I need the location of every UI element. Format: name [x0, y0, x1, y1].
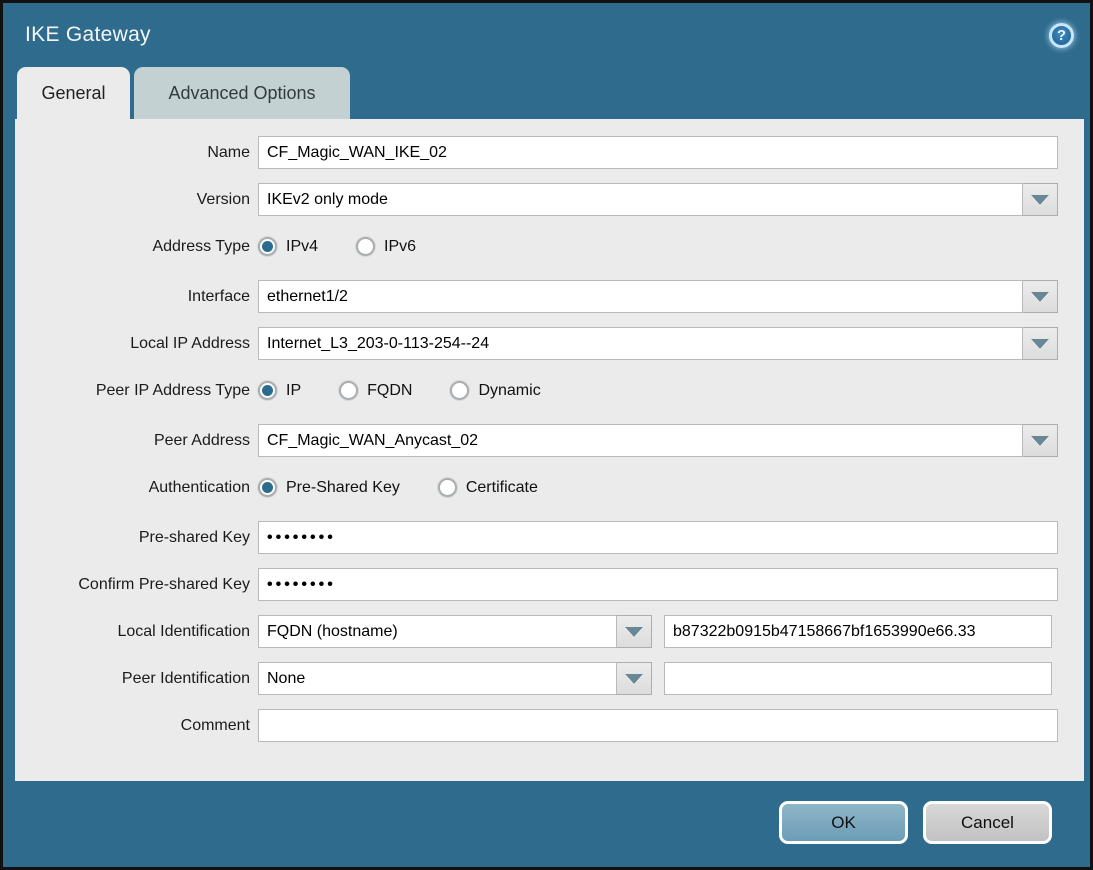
preshared-key-row: Pre-shared Key [15, 521, 1084, 554]
name-row: Name [15, 136, 1084, 169]
chevron-down-icon [1031, 195, 1049, 205]
radio-dot [262, 482, 273, 493]
peer-identification-value-input[interactable] [664, 662, 1052, 695]
peer-ip-type-label: Peer IP Address Type [15, 382, 258, 400]
interface-row: Interface [15, 280, 1084, 313]
radio-peer-dynamic-label[interactable]: Dynamic [478, 382, 540, 400]
radio-certificate[interactable] [438, 478, 457, 497]
local-ip-label: Local IP Address [15, 335, 258, 353]
radio-ipv4-label[interactable]: IPv4 [286, 238, 318, 256]
peer-identification-row: Peer Identification [15, 662, 1084, 695]
radio-preshared-key[interactable] [258, 478, 277, 497]
radio-peer-ip[interactable] [258, 381, 277, 400]
radio-dot [262, 385, 273, 396]
peer-ip-type-row: Peer IP Address Type IP FQDN Dynamic [15, 374, 1084, 407]
dialog-title: IKE Gateway [25, 23, 151, 47]
comment-label: Comment [15, 717, 258, 735]
address-type-label: Address Type [15, 238, 258, 256]
peer-identification-dropdown-button[interactable] [617, 662, 652, 695]
radio-dot [262, 241, 273, 252]
name-label: Name [15, 144, 258, 162]
preshared-key-label: Pre-shared Key [15, 529, 258, 547]
tab-general[interactable]: General [17, 67, 130, 119]
radio-peer-ip-label[interactable]: IP [286, 382, 301, 400]
address-type-row: Address Type IPv4 IPv6 [15, 230, 1084, 263]
question-mark-glyph: ? [1057, 28, 1066, 43]
preshared-key-input[interactable] [258, 521, 1058, 554]
radio-preshared-key-label[interactable]: Pre-Shared Key [286, 479, 400, 497]
comment-row: Comment [15, 709, 1084, 742]
peer-identification-label: Peer Identification [15, 670, 258, 688]
tab-bar: General Advanced Options [3, 67, 1090, 119]
local-identification-row: Local Identification [15, 615, 1084, 648]
local-identification-dropdown-button[interactable] [617, 615, 652, 648]
local-identification-type-input[interactable] [258, 615, 617, 648]
help-icon[interactable]: ? [1049, 23, 1074, 48]
radio-peer-fqdn-label[interactable]: FQDN [367, 382, 412, 400]
radio-ipv4[interactable] [258, 237, 277, 256]
local-ip-row: Local IP Address [15, 327, 1084, 360]
radio-peer-dynamic[interactable] [450, 381, 469, 400]
general-tab-panel: Name Version Address Type IPv4 IPv6 [15, 119, 1084, 781]
interface-dropdown-button[interactable] [1023, 280, 1058, 313]
name-input[interactable] [258, 136, 1058, 169]
local-ip-input[interactable] [258, 327, 1023, 360]
radio-ipv6[interactable] [356, 237, 375, 256]
peer-address-dropdown-button[interactable] [1023, 424, 1058, 457]
confirm-preshared-key-row: Confirm Pre-shared Key [15, 568, 1084, 601]
radio-ipv6-label[interactable]: IPv6 [384, 238, 416, 256]
chevron-down-icon [625, 627, 643, 637]
version-dropdown-button[interactable] [1023, 183, 1058, 216]
authentication-row: Authentication Pre-Shared Key Certificat… [15, 471, 1084, 504]
confirm-preshared-key-input[interactable] [258, 568, 1058, 601]
peer-address-input[interactable] [258, 424, 1023, 457]
authentication-label: Authentication [15, 479, 258, 497]
chevron-down-icon [1031, 292, 1049, 302]
cancel-button[interactable]: Cancel [923, 801, 1052, 844]
chevron-down-icon [1031, 339, 1049, 349]
interface-label: Interface [15, 288, 258, 306]
version-label: Version [15, 191, 258, 209]
version-input[interactable] [258, 183, 1023, 216]
dialog-titlebar: IKE Gateway ? [3, 3, 1090, 67]
interface-input[interactable] [258, 280, 1023, 313]
dialog-footer: OK Cancel [3, 781, 1090, 844]
tab-advanced-options[interactable]: Advanced Options [134, 67, 350, 119]
ok-button[interactable]: OK [779, 801, 908, 844]
version-row: Version [15, 183, 1084, 216]
local-ip-dropdown-button[interactable] [1023, 327, 1058, 360]
local-identification-label: Local Identification [15, 623, 258, 641]
radio-certificate-label[interactable]: Certificate [466, 479, 538, 497]
local-identification-value-input[interactable] [664, 615, 1052, 648]
peer-address-row: Peer Address [15, 424, 1084, 457]
peer-address-label: Peer Address [15, 432, 258, 450]
chevron-down-icon [1031, 436, 1049, 446]
radio-peer-fqdn[interactable] [339, 381, 358, 400]
ike-gateway-dialog: IKE Gateway ? General Advanced Options N… [0, 0, 1093, 870]
peer-identification-type-input[interactable] [258, 662, 617, 695]
comment-input[interactable] [258, 709, 1058, 742]
chevron-down-icon [625, 674, 643, 684]
confirm-preshared-key-label: Confirm Pre-shared Key [15, 576, 258, 594]
